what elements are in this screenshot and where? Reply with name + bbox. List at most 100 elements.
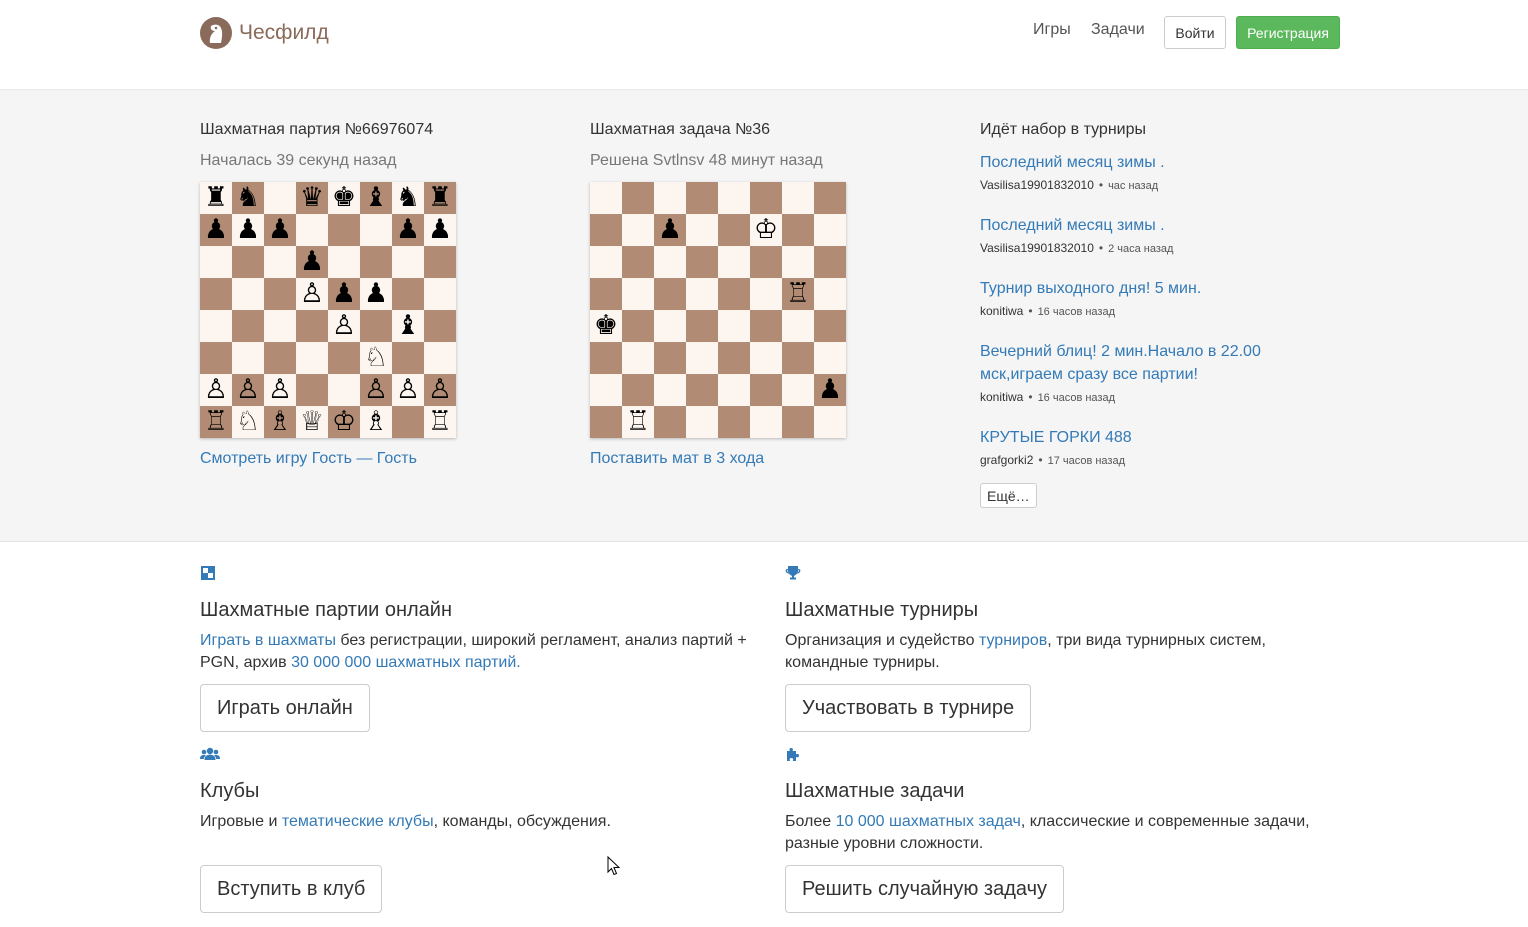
board-square[interactable] bbox=[686, 278, 718, 310]
board-square[interactable] bbox=[296, 214, 328, 246]
board-square[interactable]: ♔ bbox=[328, 406, 360, 438]
problems-link[interactable]: 10 000 шахматных задач bbox=[836, 813, 1021, 830]
board-square[interactable] bbox=[296, 374, 328, 406]
board-square[interactable] bbox=[686, 342, 718, 374]
board-square[interactable]: ♙ bbox=[200, 374, 232, 406]
board-square[interactable] bbox=[590, 342, 622, 374]
board-square[interactable] bbox=[750, 182, 782, 214]
board-square[interactable] bbox=[622, 246, 654, 278]
board-square[interactable] bbox=[328, 214, 360, 246]
login-button[interactable]: Войти bbox=[1164, 16, 1226, 49]
register-button[interactable]: Регистрация bbox=[1236, 16, 1340, 49]
nav-games[interactable]: Игры bbox=[1033, 21, 1071, 39]
watch-game-link[interactable]: Смотреть игру Гость — Гость bbox=[200, 450, 417, 468]
board-square[interactable] bbox=[718, 310, 750, 342]
board-square[interactable] bbox=[718, 214, 750, 246]
board-square[interactable]: ♚ bbox=[328, 182, 360, 214]
board-square[interactable] bbox=[264, 182, 296, 214]
board-square[interactable] bbox=[264, 342, 296, 374]
game-chessboard[interactable]: ♜ ♞ ♛ ♚ ♝ ♞ ♜ ♟ ♟ ♟ ♟ ♟ ♟ ♙ ♟ ♟ ♙ ♝ ♘ ♙ ♙ ♙ ♙ ♙ ♙ ♖ ♘ ♗ ♕ ♔ ♗ ♖ bbox=[200, 182, 456, 438]
board-square[interactable] bbox=[328, 374, 360, 406]
tournament-link[interactable]: Последний месяц зимы . bbox=[980, 214, 1270, 237]
board-square[interactable]: ♟ bbox=[424, 214, 456, 246]
board-square[interactable] bbox=[654, 310, 686, 342]
board-square[interactable]: ♖ bbox=[424, 406, 456, 438]
chess-piece[interactable]: ♝ bbox=[364, 182, 388, 214]
chess-piece[interactable]: ♟ bbox=[428, 214, 452, 246]
board-square[interactable]: ♙ bbox=[232, 374, 264, 406]
board-square[interactable] bbox=[686, 406, 718, 438]
board-square[interactable] bbox=[654, 246, 686, 278]
board-square[interactable]: ♙ bbox=[264, 374, 296, 406]
chess-piece[interactable]: ♟ bbox=[204, 214, 228, 246]
board-square[interactable]: ♖ bbox=[200, 406, 232, 438]
more-tournaments-button[interactable]: Ещё… bbox=[980, 483, 1037, 508]
join-club-button[interactable]: Вступить в клуб bbox=[200, 865, 383, 913]
chess-piece[interactable]: ♗ bbox=[268, 406, 292, 438]
board-square[interactable] bbox=[718, 182, 750, 214]
board-square[interactable] bbox=[392, 406, 424, 438]
board-square[interactable] bbox=[200, 278, 232, 310]
board-square[interactable] bbox=[686, 214, 718, 246]
board-square[interactable] bbox=[200, 310, 232, 342]
board-square[interactable] bbox=[814, 342, 846, 374]
chess-piece[interactable]: ♘ bbox=[236, 406, 260, 438]
tournament-author[interactable]: konitiwa bbox=[980, 304, 1023, 318]
board-square[interactable] bbox=[782, 214, 814, 246]
board-square[interactable] bbox=[622, 278, 654, 310]
chess-piece[interactable]: ♙ bbox=[300, 278, 324, 310]
board-square[interactable] bbox=[686, 374, 718, 406]
tournament-link[interactable]: Вечерний блиц! 2 мин.Начало в 22.00 мск,… bbox=[980, 340, 1270, 386]
tournament-author[interactable]: Vasilisa19901832010 bbox=[980, 178, 1094, 192]
chess-piece[interactable]: ♙ bbox=[268, 374, 292, 406]
board-square[interactable]: ♞ bbox=[232, 182, 264, 214]
chess-piece[interactable]: ♟ bbox=[300, 246, 324, 278]
board-square[interactable] bbox=[590, 374, 622, 406]
board-square[interactable]: ♛ bbox=[296, 182, 328, 214]
board-square[interactable] bbox=[590, 182, 622, 214]
board-square[interactable] bbox=[654, 182, 686, 214]
board-square[interactable] bbox=[360, 310, 392, 342]
board-square[interactable] bbox=[360, 214, 392, 246]
board-square[interactable] bbox=[296, 310, 328, 342]
board-square[interactable] bbox=[264, 246, 296, 278]
board-square[interactable]: ♟ bbox=[328, 278, 360, 310]
board-square[interactable]: ♜ bbox=[424, 182, 456, 214]
board-square[interactable] bbox=[622, 214, 654, 246]
board-square[interactable] bbox=[654, 374, 686, 406]
board-square[interactable]: ♙ bbox=[296, 278, 328, 310]
board-square[interactable] bbox=[296, 342, 328, 374]
board-square[interactable]: ♟ bbox=[392, 214, 424, 246]
board-square[interactable] bbox=[654, 406, 686, 438]
chess-piece[interactable]: ♘ bbox=[364, 342, 388, 374]
join-tournament-button[interactable]: Участвовать в турнире bbox=[785, 684, 1032, 732]
board-square[interactable]: ♝ bbox=[360, 182, 392, 214]
tournaments-link[interactable]: турниров bbox=[979, 632, 1047, 649]
board-square[interactable] bbox=[750, 246, 782, 278]
chess-piece[interactable]: ♟ bbox=[236, 214, 260, 246]
board-square[interactable] bbox=[750, 374, 782, 406]
board-square[interactable]: ♟ bbox=[360, 278, 392, 310]
board-square[interactable] bbox=[264, 310, 296, 342]
board-square[interactable] bbox=[424, 246, 456, 278]
board-square[interactable] bbox=[424, 310, 456, 342]
board-square[interactable] bbox=[814, 406, 846, 438]
play-online-button[interactable]: Играть онлайн bbox=[200, 684, 370, 732]
board-square[interactable] bbox=[328, 342, 360, 374]
board-square[interactable] bbox=[232, 342, 264, 374]
random-problem-button[interactable]: Решить случайную задачу bbox=[785, 865, 1064, 913]
chess-piece[interactable]: ♔ bbox=[754, 214, 778, 246]
board-square[interactable] bbox=[814, 278, 846, 310]
board-square[interactable] bbox=[590, 278, 622, 310]
tournament-author[interactable]: konitiwa bbox=[980, 390, 1023, 404]
board-square[interactable]: ♙ bbox=[328, 310, 360, 342]
chess-piece[interactable]: ♟ bbox=[364, 278, 388, 310]
board-square[interactable]: ♟ bbox=[296, 246, 328, 278]
board-square[interactable]: ♗ bbox=[264, 406, 296, 438]
board-square[interactable] bbox=[814, 310, 846, 342]
chess-piece[interactable]: ♜ bbox=[204, 182, 228, 214]
board-square[interactable] bbox=[200, 342, 232, 374]
board-square[interactable] bbox=[750, 278, 782, 310]
problem-chessboard[interactable]: ♟ ♔ ♖ ♚ ♟ ♖ bbox=[590, 182, 846, 438]
board-square[interactable] bbox=[360, 246, 392, 278]
